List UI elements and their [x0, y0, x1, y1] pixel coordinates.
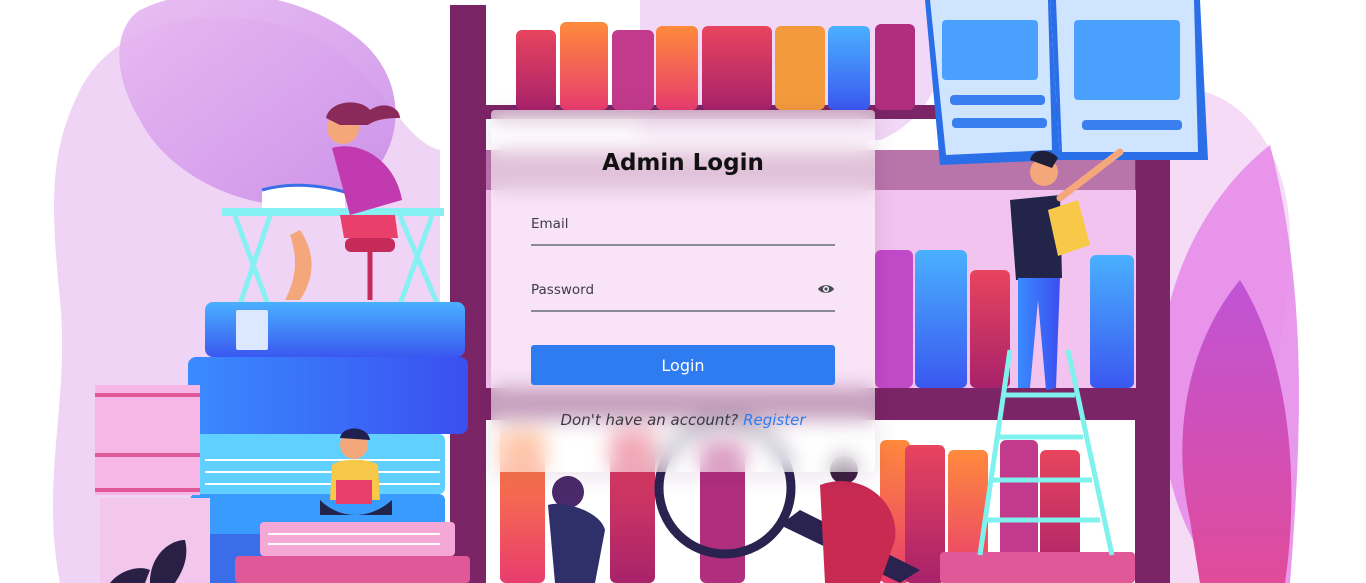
register-prompt: Don't have an account? Register — [491, 411, 875, 429]
login-card: Admin Login Email Password Login Don't h… — [491, 110, 875, 472]
email-field[interactable]: Email — [531, 208, 835, 246]
password-input[interactable] — [531, 274, 835, 310]
login-title: Admin Login — [602, 150, 764, 176]
email-input[interactable] — [531, 208, 835, 244]
eye-icon[interactable] — [817, 280, 835, 298]
login-button[interactable]: Login — [531, 345, 835, 385]
register-link[interactable]: Register — [743, 411, 805, 429]
password-field[interactable]: Password — [531, 274, 835, 312]
register-prompt-text: Don't have an account? — [560, 411, 739, 429]
